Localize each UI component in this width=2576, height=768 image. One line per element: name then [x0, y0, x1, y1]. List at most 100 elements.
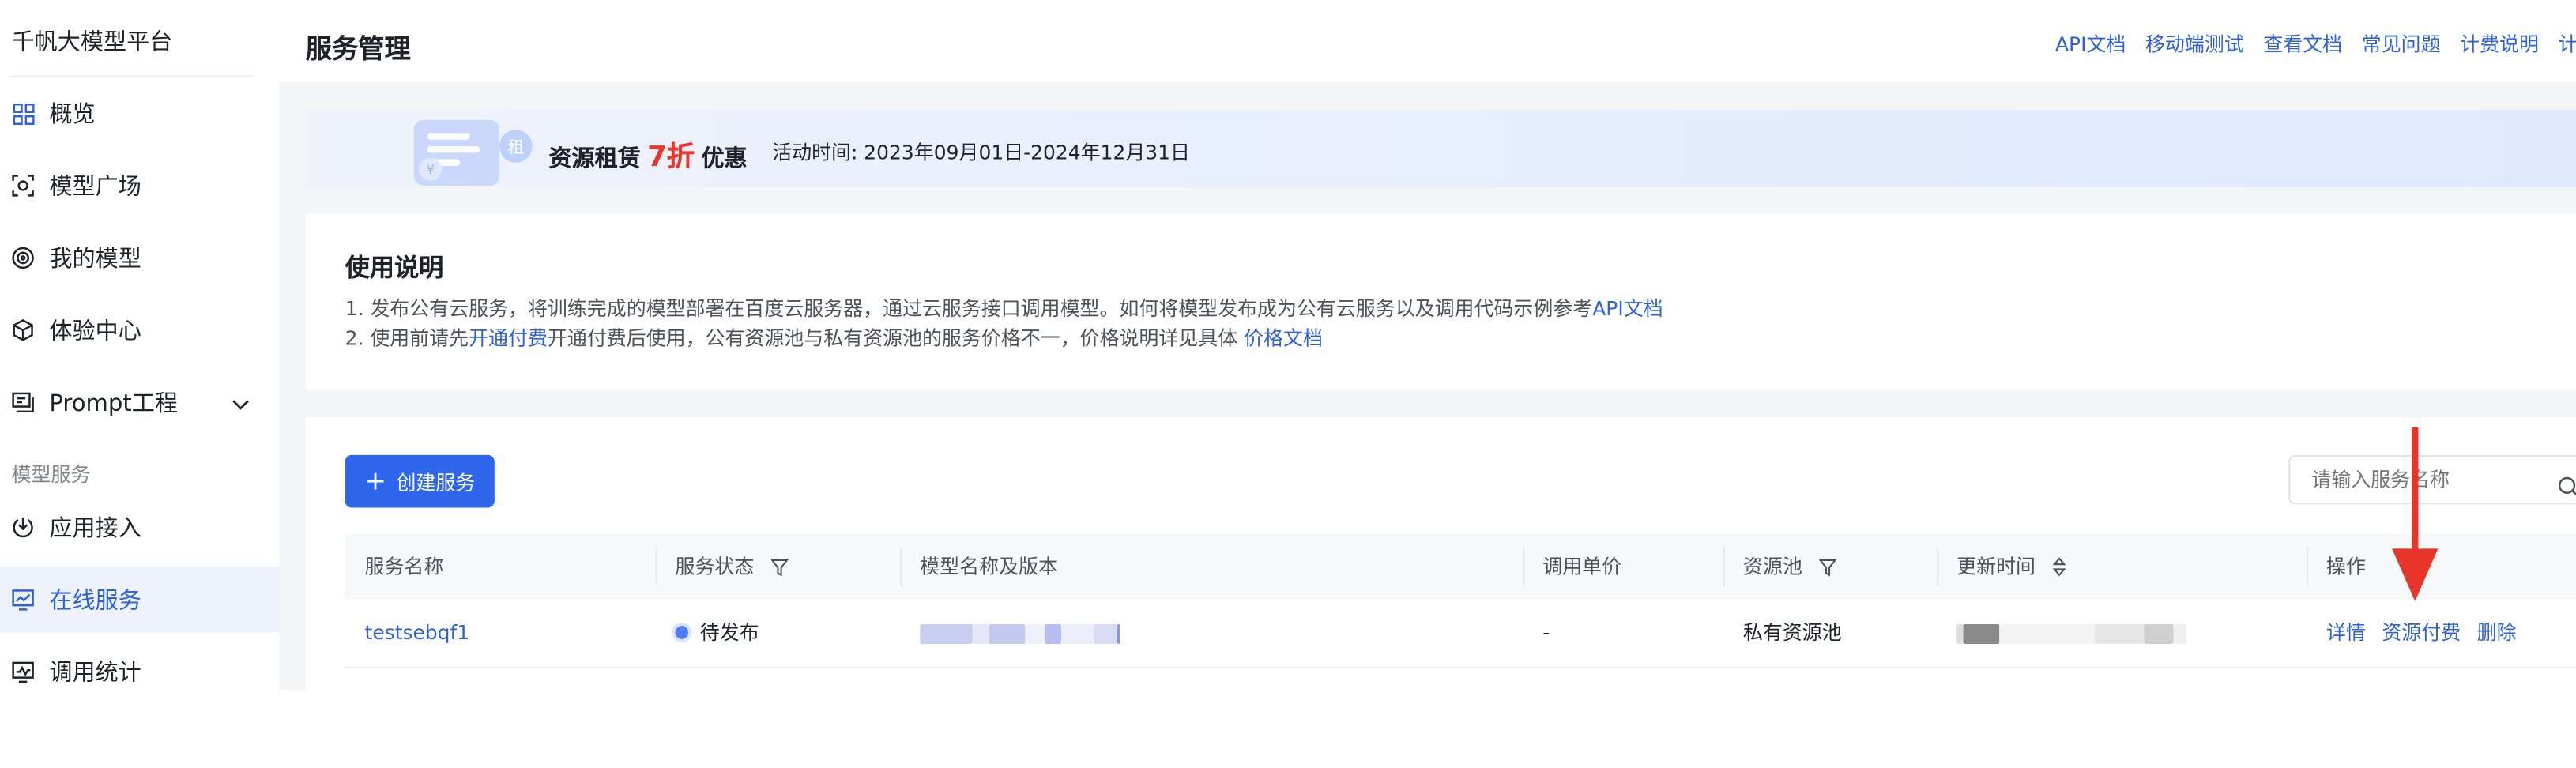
col-divider: [900, 547, 902, 587]
logo-divider: [9, 75, 254, 77]
status-text: 待发布: [699, 620, 759, 645]
search-icon[interactable]: [2558, 469, 2576, 514]
redacted-block: [920, 623, 973, 643]
col-service-status: 服务状态: [655, 534, 789, 600]
sidebar-item-label: 我的模型: [49, 246, 141, 273]
online-service-icon: [12, 588, 35, 611]
usage-price-doc-link[interactable]: 价格文档: [1244, 327, 1323, 350]
redacted-block: [2173, 623, 2187, 643]
create-service-button[interactable]: + 创建服务: [345, 454, 495, 508]
usage-line-2-middle: 开通付费后使用，公有资源池与私有资源池的服务价格不一，价格说明详见具体: [547, 326, 1245, 350]
col-label: 模型名称及版本: [920, 555, 1058, 578]
service-status: 待发布: [675, 600, 759, 667]
plus-icon: +: [364, 465, 386, 496]
redacted-block: [1956, 623, 1964, 643]
banner-period: 活动时间: 2023年09月01日-2024年12月31日: [772, 141, 1191, 164]
sidebar-item-label: 应用接入: [49, 515, 141, 543]
main-content: 服务管理 API文档 移动端测试 查看文档 常见问题 计费说明 计费管理 租 ¥: [279, 0, 2576, 691]
redacted-block: [1061, 623, 1094, 643]
usage-line-2: 2. 使用前请先开通付费开通付费后使用，公有资源池与私有资源池的服务价格不一，价…: [345, 324, 1323, 352]
usage-line-1-text: 1. 发布公有云服务，将训练完成的模型部署在百度云服务器，通过云服务接口调用模型…: [345, 297, 1593, 321]
filter-icon[interactable]: [770, 559, 789, 577]
redacted-block: [1117, 623, 1120, 643]
app-access-icon: [12, 516, 35, 539]
banner-illustration: 租 ¥: [413, 119, 533, 186]
service-name-link[interactable]: testsebqf1: [365, 600, 470, 667]
sidebar: 千帆大模型平台 概览 模型广场 我的模型 体验中心 Prompt工程 模型服务 …: [0, 0, 280, 691]
banner-glyph-rent: 租: [507, 137, 524, 156]
col-divider: [1723, 547, 1726, 587]
link-mobile-test[interactable]: 移动端测试: [2145, 33, 2244, 56]
platform-logo[interactable]: 千帆大模型平台: [12, 24, 173, 58]
action-detail[interactable]: 详情: [2326, 621, 2366, 644]
model-version-redacted: [920, 600, 1120, 667]
usage-line-2-prefix: 2. 使用前请先: [345, 326, 469, 350]
redacted-block: [2094, 623, 2145, 643]
sidebar-item-label: 在线服务: [49, 588, 141, 615]
redacted-block: [1999, 623, 2095, 643]
banner-suffix: 优惠: [701, 146, 748, 173]
col-actions: 操作: [2307, 534, 2366, 600]
promo-banner[interactable]: 租 ¥ 资源租赁 7折 优惠 活动时间: 2023年09月01日-2024年12月3…: [305, 110, 2576, 188]
app-root: 千帆大模型平台 概览 模型广场 我的模型 体验中心 Prompt工程 模型服务 …: [0, 0, 2576, 768]
sidebar-item-label: 模型广场: [49, 174, 141, 201]
status-dot: [675, 625, 689, 638]
create-service-label: 创建服务: [396, 470, 476, 494]
chevron-down-icon[interactable]: [232, 391, 250, 417]
redacted-block: [1025, 623, 1045, 643]
sidebar-item-experience-center[interactable]: 体验中心: [0, 297, 279, 363]
sidebar-item-app-access[interactable]: 应用接入: [0, 495, 279, 560]
sidebar-item-online-service[interactable]: 在线服务: [0, 567, 280, 633]
sidebar-item-overview[interactable]: 概览: [0, 81, 279, 146]
table-header: 服务名称 服务状态 模型名称及版本 调用单价 资源池 更新时间 操作: [345, 533, 2576, 600]
my-model-icon: [12, 247, 35, 269]
col-divider: [1523, 547, 1525, 587]
redacted-block: [1094, 623, 1117, 643]
unit-price: -: [1542, 620, 1550, 645]
action-resource-payment[interactable]: 资源付费: [2382, 621, 2461, 644]
col-model-version: 模型名称及版本: [900, 534, 1058, 600]
redacted-block: [972, 623, 989, 643]
service-list-card: + 创建服务 服务名称 服务状态 模型名称及版本 调用单价 资源池 更新时: [305, 417, 2576, 691]
grid-icon: [12, 102, 35, 125]
sidebar-item-model-plaza[interactable]: 模型广场: [0, 152, 279, 218]
link-view-docs[interactable]: 查看文档: [2263, 33, 2342, 56]
sidebar-item-my-model[interactable]: 我的模型: [0, 225, 279, 291]
col-label: 操作: [2326, 555, 2366, 578]
link-faq[interactable]: 常见问题: [2362, 33, 2441, 56]
link-api-docs[interactable]: API文档: [2055, 33, 2126, 56]
sidebar-item-prompt[interactable]: Prompt工程: [0, 370, 279, 435]
col-label: 调用单价: [1542, 555, 1622, 578]
banner-discount: 7折: [647, 141, 695, 175]
col-label: 更新时间: [1956, 555, 2036, 578]
usage-open-billing-link[interactable]: 开通付费: [469, 327, 548, 350]
table-row: testsebqf1 待发布 - 私有资源池 详情 资源付费 删除: [345, 600, 2576, 669]
usage-card: 使用说明 1. 发布公有云服务，将训练完成的模型部署在百度云服务器，通过云服务接…: [305, 213, 2576, 390]
sidebar-item-call-stats[interactable]: 调用统计: [0, 639, 279, 690]
model-plaza-icon: [12, 174, 35, 197]
col-divider: [1937, 547, 1939, 587]
sidebar-item-label: 体验中心: [49, 318, 141, 345]
annotation-arrow-icon: [2392, 427, 2439, 601]
sidebar-item-label: 调用统计: [49, 660, 141, 687]
row-actions: 详情 资源付费 删除: [2326, 600, 2517, 667]
page: 千帆大模型平台 概览 模型广场 我的模型 体验中心 Prompt工程 模型服务 …: [0, 0, 2576, 691]
link-billing-management[interactable]: 计费管理: [2559, 33, 2576, 56]
usage-line-1: 1. 发布公有云服务，将训练完成的模型部署在百度云服务器，通过云服务接口调用模型…: [345, 294, 1663, 322]
sidebar-item-label: Prompt工程: [49, 390, 179, 418]
sort-icon[interactable]: [2051, 557, 2066, 577]
col-label: 服务状态: [675, 555, 755, 578]
redacted-block: [1963, 623, 2000, 643]
banner-glyph-yen: ¥: [426, 162, 435, 177]
col-unit-price: 调用单价: [1523, 534, 1622, 600]
page-title: 服务管理: [305, 32, 411, 65]
banner-headline: 资源租赁 7折 优惠: [548, 133, 748, 175]
filter-icon[interactable]: [1818, 559, 1837, 577]
usage-api-doc-link[interactable]: API文档: [1592, 297, 1663, 320]
link-billing-info[interactable]: 计费说明: [2460, 33, 2539, 56]
action-delete[interactable]: 删除: [2477, 621, 2517, 644]
header-links: API文档 移动端测试 查看文档 常见问题 计费说明 计费管理: [2055, 29, 2576, 57]
resource-pool: 私有资源池: [1742, 620, 1842, 645]
redacted-block: [2144, 623, 2174, 643]
cube-icon: [12, 318, 35, 341]
